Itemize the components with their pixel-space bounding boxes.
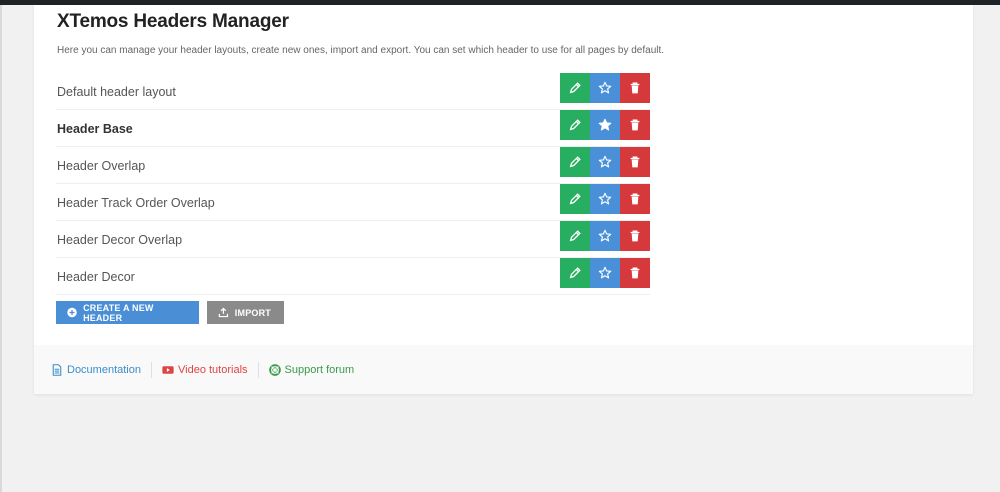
header-name: Header Base bbox=[57, 122, 133, 136]
set-default-button[interactable] bbox=[590, 221, 620, 251]
support-forum-link[interactable]: Support forum bbox=[268, 363, 355, 376]
header-row: Header Overlap bbox=[56, 147, 650, 184]
header-row: Header Base bbox=[56, 110, 650, 147]
set-default-button[interactable] bbox=[590, 147, 620, 177]
header-name: Header Decor Overlap bbox=[57, 233, 183, 247]
pencil-icon bbox=[569, 267, 581, 279]
header-row: Header Track Order Overlap bbox=[56, 184, 650, 221]
star-icon bbox=[598, 229, 612, 242]
bottom-actions: CREATE A NEW HEADER IMPORT bbox=[56, 301, 284, 324]
pencil-icon bbox=[569, 156, 581, 168]
set-default-button[interactable] bbox=[590, 258, 620, 288]
header-actions bbox=[560, 73, 650, 103]
header-row: Default header layout bbox=[56, 73, 650, 110]
header-actions bbox=[560, 147, 650, 177]
pencil-icon bbox=[569, 193, 581, 205]
trash-icon bbox=[630, 119, 640, 131]
divider bbox=[151, 361, 152, 378]
star-icon bbox=[598, 155, 612, 168]
header-actions bbox=[560, 258, 650, 288]
support-forum-label: Support forum bbox=[284, 363, 355, 376]
header-name: Header Track Order Overlap bbox=[57, 196, 215, 210]
pencil-icon bbox=[569, 230, 581, 242]
header-actions bbox=[560, 221, 650, 251]
import-label: IMPORT bbox=[234, 307, 271, 318]
header-name: Header Decor bbox=[57, 270, 135, 284]
trash-icon bbox=[630, 82, 640, 94]
header-name: Default header layout bbox=[57, 85, 176, 99]
set-default-button[interactable] bbox=[590, 110, 620, 140]
document-icon bbox=[52, 363, 62, 376]
trash-icon bbox=[630, 193, 640, 205]
delete-header-button[interactable] bbox=[620, 147, 650, 177]
lifebuoy-icon bbox=[268, 363, 281, 376]
edit-header-button[interactable] bbox=[560, 184, 590, 214]
edit-header-button[interactable] bbox=[560, 110, 590, 140]
delete-header-button[interactable] bbox=[620, 184, 650, 214]
youtube-icon bbox=[162, 365, 174, 374]
header-row: Header Decor bbox=[56, 258, 650, 295]
page-description: Here you can manage your header layouts,… bbox=[57, 45, 665, 56]
edit-header-button[interactable] bbox=[560, 221, 590, 251]
header-row: Header Decor Overlap bbox=[56, 221, 650, 258]
trash-icon bbox=[630, 267, 640, 279]
star-icon bbox=[598, 266, 612, 279]
delete-header-button[interactable] bbox=[620, 258, 650, 288]
pencil-icon bbox=[569, 82, 581, 94]
left-edge bbox=[0, 5, 2, 492]
star-icon bbox=[598, 192, 612, 205]
star-icon bbox=[598, 81, 612, 94]
create-header-button[interactable]: CREATE A NEW HEADER bbox=[56, 301, 199, 324]
header-list: Default header layout Header Base Header O… bbox=[56, 73, 650, 295]
create-header-label: CREATE A NEW HEADER bbox=[83, 302, 154, 323]
edit-header-button[interactable] bbox=[560, 147, 590, 177]
video-tutorials-label: Video tutorials bbox=[178, 363, 248, 376]
edit-header-button[interactable] bbox=[560, 258, 590, 288]
import-button[interactable]: IMPORT bbox=[207, 301, 284, 324]
divider bbox=[257, 361, 259, 378]
pencil-icon bbox=[569, 119, 581, 131]
edit-header-button[interactable] bbox=[560, 73, 590, 103]
documentation-label: Documentation bbox=[67, 363, 141, 376]
set-default-button[interactable] bbox=[590, 184, 620, 214]
video-tutorials-link[interactable]: Video tutorials bbox=[162, 364, 248, 376]
delete-header-button[interactable] bbox=[620, 110, 650, 140]
delete-header-button[interactable] bbox=[620, 221, 650, 251]
header-actions bbox=[560, 184, 650, 214]
trash-icon bbox=[630, 156, 640, 168]
upload-icon bbox=[218, 307, 229, 318]
documentation-link[interactable]: Documentation bbox=[51, 364, 141, 376]
headers-manager-panel: XTemos Headers Manager Here you can mana… bbox=[34, 5, 973, 394]
header-name: Header Overlap bbox=[57, 159, 146, 173]
header-actions bbox=[560, 110, 650, 140]
trash-icon bbox=[630, 230, 640, 242]
plus-circle-icon bbox=[67, 307, 77, 318]
set-default-button[interactable] bbox=[590, 73, 620, 103]
delete-header-button[interactable] bbox=[620, 73, 650, 103]
page-title: XTemos Headers Manager bbox=[57, 11, 289, 32]
help-footer: Documentation Video tutorials Support fo… bbox=[34, 345, 973, 394]
star-icon bbox=[598, 118, 612, 131]
